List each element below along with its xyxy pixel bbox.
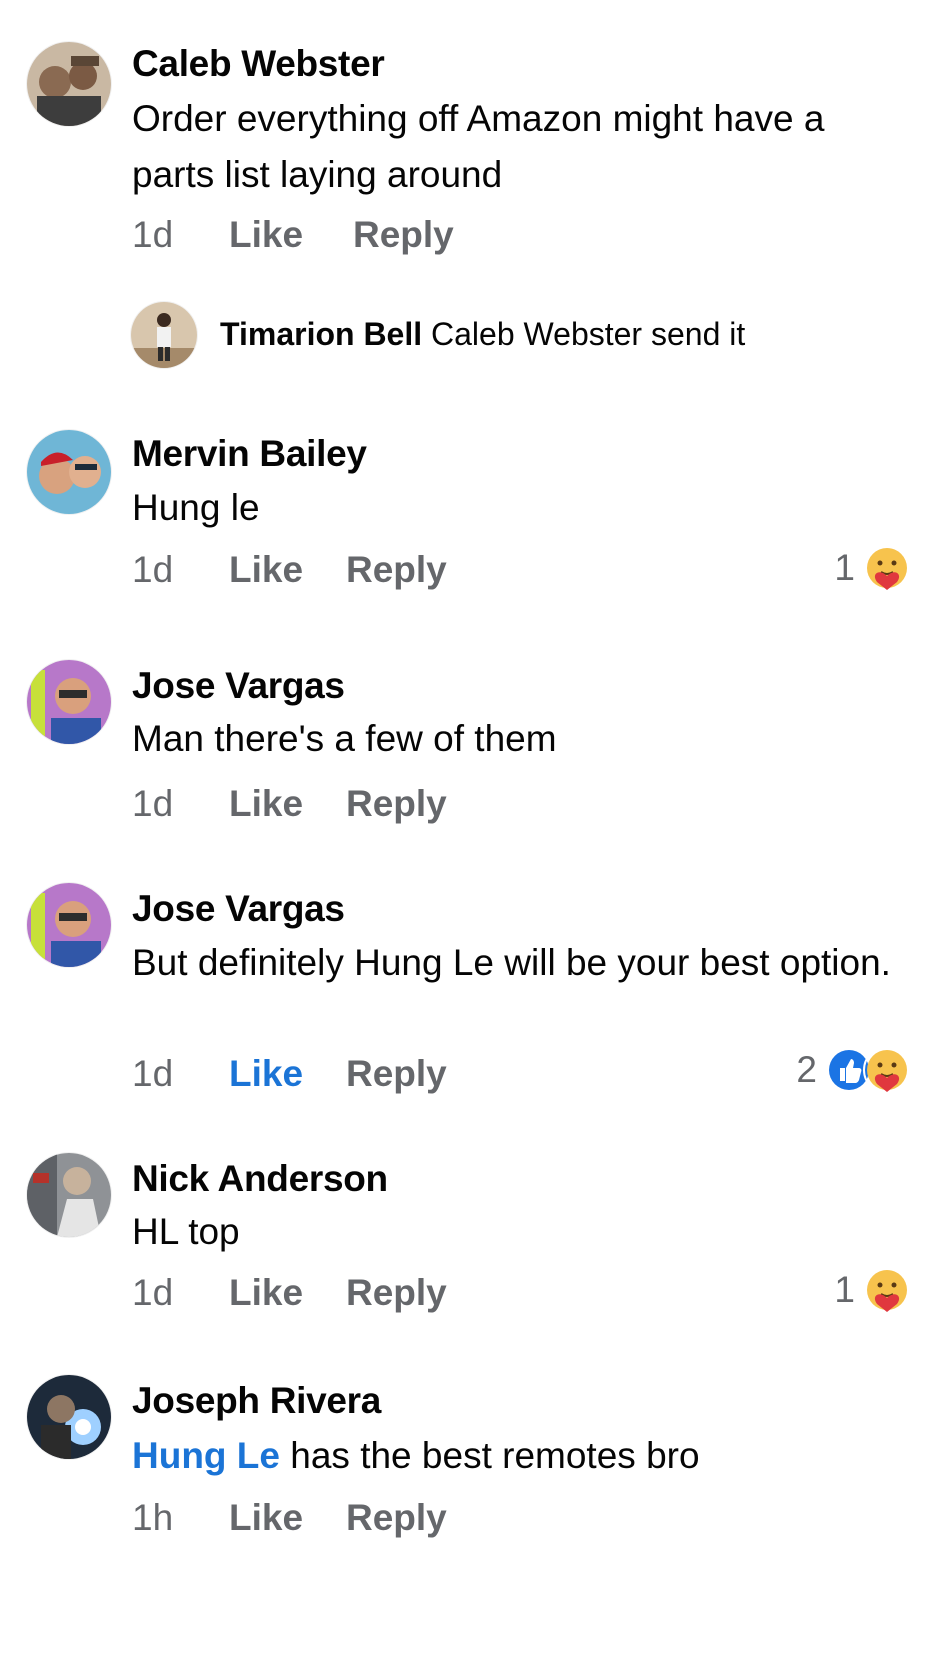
reply-button[interactable]: Reply xyxy=(346,1053,447,1095)
reaction-count: 1 xyxy=(834,547,855,588)
commenter-name[interactable]: Jose Vargas xyxy=(132,888,345,930)
reply-button[interactable]: Reply xyxy=(346,1272,447,1314)
comment-timestamp[interactable]: 1d xyxy=(132,1272,229,1314)
reply-body: Caleb Webster send it xyxy=(431,316,746,352)
commenter-name[interactable]: Jose Vargas xyxy=(132,665,345,707)
comment-text: Order everything off Amazon might have a… xyxy=(132,98,825,195)
like-button[interactable]: Like xyxy=(229,549,346,591)
comment-actions: 1d Like Reply xyxy=(132,783,447,825)
comment-text: Hung le xyxy=(132,487,260,528)
reaction-count: 1 xyxy=(834,1269,855,1310)
like-button[interactable]: Like xyxy=(229,1497,346,1539)
commenter-name[interactable]: Joseph Rivera xyxy=(132,1380,381,1422)
comment-timestamp[interactable]: 1d xyxy=(132,1053,229,1095)
mention-link[interactable]: Hung Le xyxy=(132,1435,280,1476)
commenter-name[interactable]: Caleb Webster xyxy=(132,43,385,85)
comment-actions: 1d Like Reply xyxy=(132,549,447,591)
avatar[interactable] xyxy=(27,42,111,126)
comment-timestamp[interactable]: 1d xyxy=(132,214,229,256)
reaction-summary[interactable]: 1 xyxy=(834,1266,911,1314)
avatar[interactable] xyxy=(27,883,111,967)
reply-button[interactable]: Reply xyxy=(346,549,447,591)
care-reaction-icon xyxy=(863,1046,911,1094)
like-button[interactable]: Like xyxy=(229,214,353,256)
comment-text: HL top xyxy=(132,1211,240,1252)
avatar[interactable] xyxy=(27,1153,111,1237)
reaction-count: 2 xyxy=(796,1049,817,1090)
commenter-name[interactable]: Nick Anderson xyxy=(132,1158,388,1200)
care-reaction-icon xyxy=(863,1266,911,1314)
avatar[interactable] xyxy=(27,430,111,514)
commenter-name[interactable]: Timarion Bell xyxy=(220,316,422,352)
comment-actions: 1h Like Reply xyxy=(132,1497,447,1539)
comment-text: But definitely Hung Le will be your best… xyxy=(132,942,891,983)
reply-button[interactable]: Reply xyxy=(346,1497,447,1539)
comment-actions: 1d Like Reply xyxy=(132,1053,447,1095)
comment-text: Hung Le has the best remotes bro xyxy=(132,1428,912,1484)
comment-actions: 1d Like Reply xyxy=(132,214,454,256)
avatar[interactable] xyxy=(27,1375,111,1459)
reaction-summary[interactable]: 1 xyxy=(834,544,911,592)
reply-button[interactable]: Reply xyxy=(346,783,447,825)
reaction-summary[interactable]: 2 xyxy=(796,1046,911,1094)
reply-button[interactable]: Reply xyxy=(353,214,454,256)
avatar[interactable] xyxy=(131,302,197,368)
like-button[interactable]: Like xyxy=(229,783,346,825)
comment-actions: 1d Like Reply xyxy=(132,1272,447,1314)
avatar[interactable] xyxy=(27,660,111,744)
reply-text: Timarion Bell Caleb Webster send it xyxy=(220,316,745,353)
care-reaction-icon xyxy=(863,544,911,592)
comment-timestamp[interactable]: 1d xyxy=(132,783,229,825)
like-button[interactable]: Like xyxy=(229,1053,346,1095)
like-button[interactable]: Like xyxy=(229,1272,346,1314)
comment-timestamp[interactable]: 1h xyxy=(132,1497,229,1539)
comment-timestamp[interactable]: 1d xyxy=(132,549,229,591)
commenter-name[interactable]: Mervin Bailey xyxy=(132,433,367,475)
comment-text-rest: has the best remotes bro xyxy=(279,1435,700,1476)
comment-text: Man there's a few of them xyxy=(132,718,557,759)
